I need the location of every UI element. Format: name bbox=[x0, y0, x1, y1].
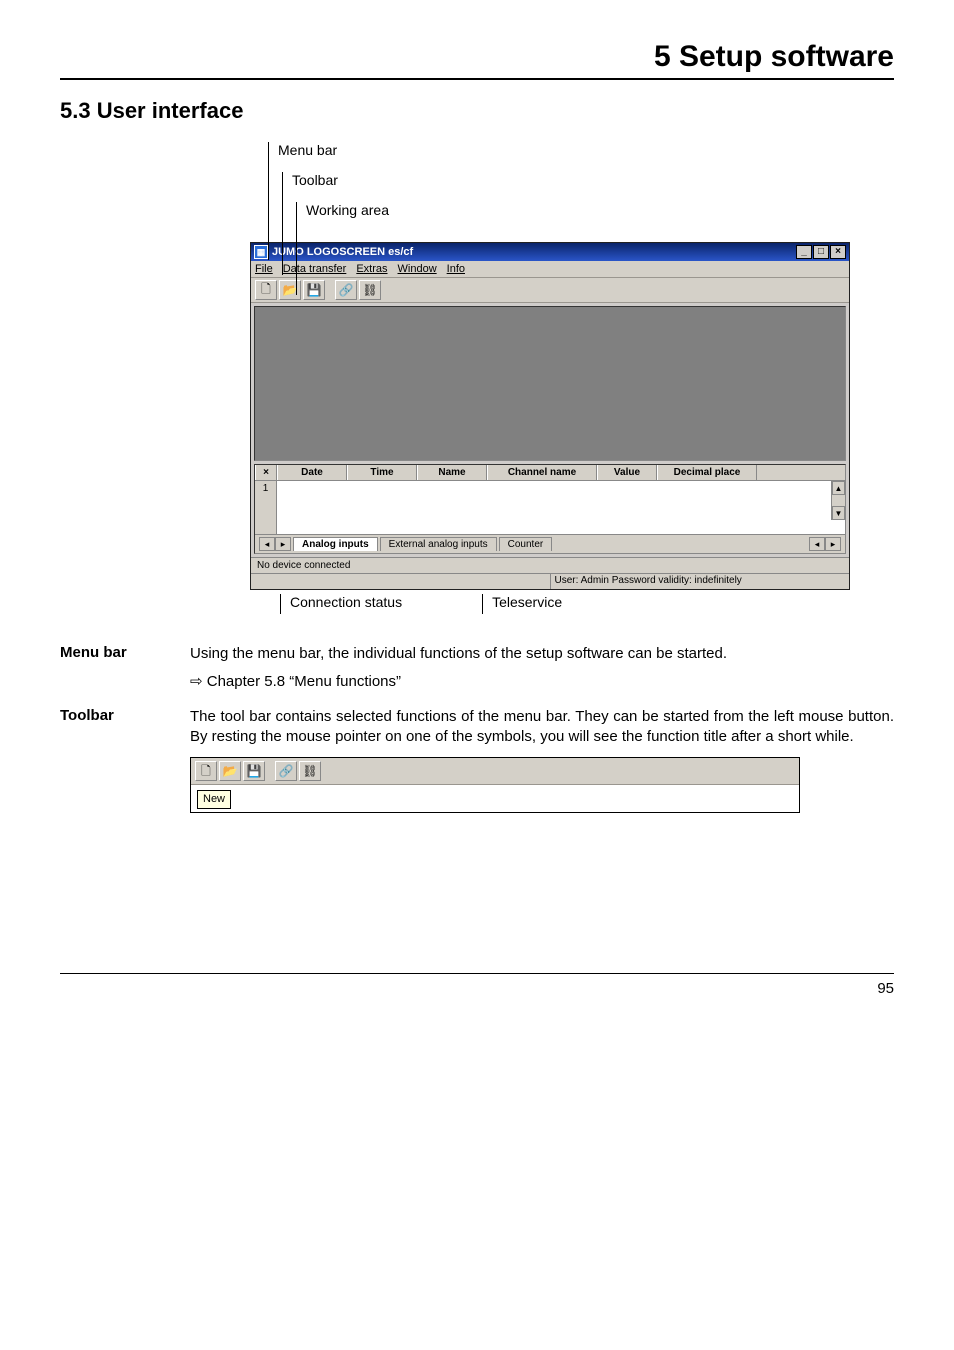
toolbar-new-button[interactable]: 🗋 bbox=[255, 280, 277, 300]
para-text-menubar: Using the menu bar, the individual funct… bbox=[190, 644, 894, 664]
page-number: 95 bbox=[60, 973, 894, 997]
toolbar-save-button[interactable]: 💾 bbox=[303, 280, 325, 300]
mini-open-button[interactable]: 📂 bbox=[219, 761, 241, 781]
working-area bbox=[254, 306, 846, 461]
label-toolbar-callout: Toolbar bbox=[292, 172, 338, 188]
label-connection-status: Connection status bbox=[290, 594, 402, 610]
col-date: Date bbox=[277, 465, 347, 480]
mini-disconnect-button[interactable]: ⛓ bbox=[299, 761, 321, 781]
data-grid: × Date Time Name Channel name Value Deci… bbox=[254, 464, 846, 554]
tooltip-example: 🗋 📂 💾 🔗 ⛓ New bbox=[190, 757, 800, 813]
menu-bar: File Data transfer Extras Window Info bbox=[251, 261, 849, 278]
footer-left bbox=[251, 574, 551, 589]
col-value: Value bbox=[597, 465, 657, 480]
toolbar-connect-button[interactable]: 🔗 bbox=[335, 280, 357, 300]
tab-counter[interactable]: Counter bbox=[499, 537, 553, 551]
menubar-reference: ⇨ Chapter 5.8 “Menu functions” bbox=[190, 672, 894, 692]
para-label-menubar: Menu bar bbox=[60, 644, 190, 693]
app-icon: ▦ bbox=[254, 245, 268, 259]
minimize-button[interactable]: _ bbox=[796, 245, 812, 259]
ui-diagram: Menu bar Toolbar Working area ▦ JUMO LOG… bbox=[250, 142, 850, 614]
col-time: Time bbox=[347, 465, 417, 480]
menu-window[interactable]: Window bbox=[398, 263, 437, 275]
tab-nav-left[interactable]: ◂ bbox=[259, 537, 275, 551]
close-grid-icon[interactable]: × bbox=[255, 465, 277, 480]
mini-save-button[interactable]: 💾 bbox=[243, 761, 265, 781]
mini-new-button[interactable]: 🗋 bbox=[195, 761, 217, 781]
para-label-toolbar: Toolbar bbox=[60, 707, 190, 813]
tooltip-text: New bbox=[197, 790, 231, 809]
footer-right: User: Admin Password validity: indefinit… bbox=[551, 574, 850, 589]
label-workarea: Working area bbox=[306, 202, 389, 218]
menu-extras[interactable]: Extras bbox=[356, 263, 387, 275]
section-heading: 5.3 User interface bbox=[60, 98, 894, 124]
close-button[interactable]: × bbox=[830, 245, 846, 259]
para-text-toolbar: The tool bar contains selected functions… bbox=[190, 707, 894, 748]
col-decimal: Decimal place bbox=[657, 465, 757, 480]
divider bbox=[60, 78, 894, 80]
scroll-down-icon[interactable]: ▼ bbox=[832, 506, 845, 520]
tab-analog-inputs[interactable]: Analog inputs bbox=[293, 537, 378, 551]
titlebar: ▦ JUMO LOGOSCREEN es/cf _ □ × bbox=[251, 243, 849, 261]
col-name: Name bbox=[417, 465, 487, 480]
label-teleservice: Teleservice bbox=[492, 594, 562, 610]
menu-data-transfer[interactable]: Data transfer bbox=[283, 263, 347, 275]
maximize-button[interactable]: □ bbox=[813, 245, 829, 259]
vertical-scrollbar[interactable]: ▲ ▼ bbox=[831, 481, 845, 520]
grid-row-index: 1 bbox=[255, 481, 277, 534]
label-menubar: Menu bar bbox=[278, 142, 337, 158]
app-window: ▦ JUMO LOGOSCREEN es/cf _ □ × File Data … bbox=[250, 242, 850, 590]
tab-external-analog[interactable]: External analog inputs bbox=[380, 537, 497, 551]
scroll-up-icon[interactable]: ▲ bbox=[832, 481, 845, 495]
toolbar-open-button[interactable]: 📂 bbox=[279, 280, 301, 300]
menu-file[interactable]: File bbox=[255, 263, 273, 275]
window-title: JUMO LOGOSCREEN es/cf bbox=[272, 246, 413, 258]
chapter-heading: 5 Setup software bbox=[60, 40, 894, 74]
tab-nav-right[interactable]: ▸ bbox=[275, 537, 291, 551]
toolbar: 🗋 📂 💾 🔗 ⛓ bbox=[251, 278, 849, 303]
tab-scroll-right[interactable]: ▸ bbox=[825, 537, 841, 551]
mini-connect-button[interactable]: 🔗 bbox=[275, 761, 297, 781]
col-channel: Channel name bbox=[487, 465, 597, 480]
tab-scroll-left[interactable]: ◂ bbox=[809, 537, 825, 551]
menu-info[interactable]: Info bbox=[447, 263, 465, 275]
toolbar-disconnect-button[interactable]: ⛓ bbox=[359, 280, 381, 300]
connection-status-text: No device connected bbox=[251, 557, 849, 573]
